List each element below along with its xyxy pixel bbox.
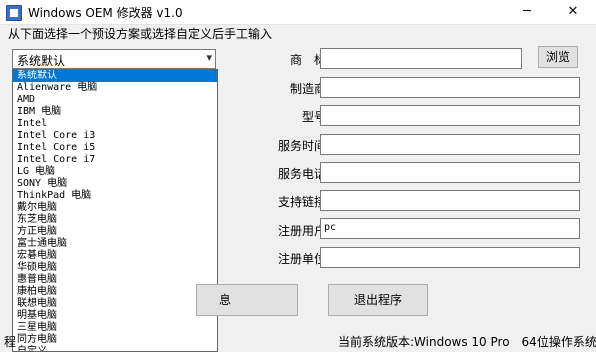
dropdown-option[interactable]: 戴尔电脑 — [13, 202, 217, 214]
dropdown-option[interactable]: 联想电脑 — [13, 298, 217, 310]
registered-org-field[interactable] — [320, 247, 580, 268]
model-field[interactable] — [320, 105, 580, 126]
brand-label: 商 标: — [289, 53, 330, 67]
service-phone-field[interactable] — [320, 162, 580, 183]
support-link-label: 支持链接: — [277, 195, 330, 209]
status-left-text: 程 — [4, 335, 17, 349]
exit-button[interactable]: 退出程序 — [328, 284, 428, 316]
dropdown-option[interactable]: Intel Core i3 — [13, 130, 217, 142]
dropdown-option[interactable]: 惠普电脑 — [13, 274, 217, 286]
dropdown-option[interactable]: 系统默认 — [13, 70, 217, 82]
app-icon — [6, 5, 22, 21]
close-button[interactable]: ✕ — [550, 0, 596, 24]
registered-org-label: 注册单位: — [277, 252, 330, 266]
preset-selected-value: 系统默认 — [17, 54, 66, 68]
browse-button[interactable]: 浏览 — [538, 46, 578, 68]
info-button[interactable]: 息 — [196, 284, 298, 316]
dropdown-option[interactable]: 方正电脑 — [13, 226, 217, 238]
dropdown-option[interactable]: ThinkPad 电脑 — [13, 190, 217, 202]
dropdown-option[interactable]: 华硕电脑 — [13, 262, 217, 274]
minimize-button[interactable]: ─ — [504, 0, 550, 24]
dropdown-option[interactable]: LG 电脑 — [13, 166, 217, 178]
dropdown-option[interactable]: AMD — [13, 94, 217, 106]
registered-user-field[interactable]: pc — [320, 218, 580, 239]
dropdown-option[interactable]: 东芝电脑 — [13, 214, 217, 226]
preset-combobox[interactable]: 系统默认 ▾ — [12, 49, 216, 69]
service-hours-label: 服务时间: — [277, 139, 330, 153]
dropdown-option[interactable]: 康柏电脑 — [13, 286, 217, 298]
registered-user-label: 注册用户: — [277, 224, 330, 238]
dropdown-option[interactable]: Intel Core i7 — [13, 154, 217, 166]
dropdown-option[interactable]: IBM 电脑 — [13, 106, 217, 118]
title-bar: Windows OEM 修改器 v1.0 ─ ✕ — [0, 0, 596, 25]
service-phone-label: 服务电话: — [277, 167, 330, 181]
dropdown-option[interactable]: 宏碁电脑 — [13, 250, 217, 262]
dropdown-option[interactable]: 明基电脑 — [13, 310, 217, 322]
brand-field[interactable] — [320, 48, 522, 69]
service-hours-field[interactable] — [320, 134, 580, 155]
model-label: 型号: — [301, 110, 330, 124]
dropdown-option[interactable]: Intel Core i5 — [13, 142, 217, 154]
window-title: Windows OEM 修改器 v1.0 — [28, 6, 183, 20]
dropdown-option[interactable]: Intel — [13, 118, 217, 130]
chevron-down-icon[interactable]: ▾ — [206, 51, 212, 64]
system-version-text: 当前系统版本:Windows 10 Pro 64位操作系统 — [338, 335, 596, 349]
dropdown-option[interactable]: SONY 电脑 — [13, 178, 217, 190]
dropdown-option[interactable]: 富士通电脑 — [13, 238, 217, 250]
manufacturer-field[interactable] — [320, 77, 580, 98]
manufacturer-label: 制造商: — [289, 82, 330, 96]
dropdown-option[interactable]: Alienware 电脑 — [13, 82, 217, 94]
support-link-field[interactable] — [320, 190, 580, 211]
status-bar: 程 当前系统版本:Windows 10 Pro 64位操作系统 — [0, 330, 596, 352]
instruction-text: 从下面选择一个预设方案或选择自定义后手工输入 — [8, 27, 273, 41]
preset-dropdown-list[interactable]: 系统默认 Alienware 电脑 AMD IBM 电脑 Intel Intel Core… — [12, 69, 218, 352]
